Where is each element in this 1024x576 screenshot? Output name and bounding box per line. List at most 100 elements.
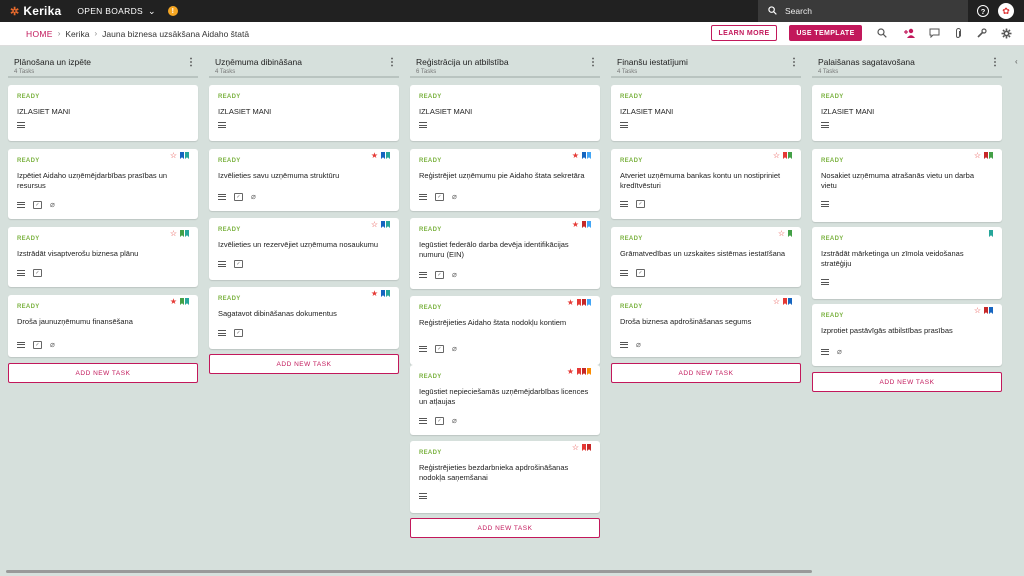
task-card[interactable]: READY IZLASIET MANI	[611, 85, 801, 141]
description-icon	[821, 279, 829, 285]
task-title[interactable]: Atveriet uzņēmuma bankas kontu un nostip…	[620, 171, 790, 191]
add-person-icon[interactable]	[903, 26, 917, 40]
star-filled-icon[interactable]: ★	[567, 368, 574, 376]
task-title[interactable]: Izvēlieties savu uzņēmuma struktūru	[218, 171, 388, 181]
horizontal-scrollbar[interactable]	[6, 570, 812, 573]
open-boards-menu[interactable]: OPEN BOARDS ⌄	[77, 6, 156, 17]
task-icons	[17, 122, 25, 128]
star-filled-icon[interactable]: ★	[371, 152, 378, 160]
chevron-right-icon: ›	[57, 29, 61, 38]
star-outline-icon[interactable]: ☆	[773, 298, 780, 306]
task-title[interactable]: Droša biznesa apdrošināšanas segums	[620, 317, 790, 327]
task-card[interactable]: READY Izstrādāt visaptverošu biznesa plān…	[8, 227, 198, 287]
task-card[interactable]: READY IZLASIET MANI	[410, 85, 600, 141]
star-filled-icon[interactable]: ★	[371, 290, 378, 298]
star-outline-icon[interactable]: ☆	[170, 152, 177, 160]
task-card[interactable]: READY Reģistrējieties Aidaho štata nodokļ…	[410, 296, 600, 365]
column-title[interactable]: Finanšu iestatījumi	[611, 52, 801, 67]
add-new-task-button[interactable]: ADD NEW TASK	[812, 372, 1002, 392]
task-card[interactable]: READY Iegūstiet nepieciešamās uzņēmējdarb…	[410, 365, 600, 435]
attachment-icon[interactable]	[951, 26, 965, 40]
add-new-task-button[interactable]: ADD NEW TASK	[8, 363, 198, 383]
chat-icon[interactable]	[927, 26, 941, 40]
star-filled-icon[interactable]: ★	[572, 221, 579, 229]
task-card[interactable]: READY Izstrādāt mārketinga un zīmola veid…	[812, 227, 1002, 299]
more-vert-icon[interactable]: ⋮	[789, 57, 799, 68]
task-title[interactable]: Grāmatvedības un uzskaites sistēmas iest…	[620, 249, 790, 259]
add-new-task-button[interactable]: ADD NEW TASK	[410, 518, 600, 538]
wrench-icon[interactable]	[975, 26, 989, 40]
task-card[interactable]: READY Reģistrējiet uzņēmumu pie Aidaho št…	[410, 149, 600, 211]
task-title[interactable]: Izstrādāt mārketinga un zīmola veidošana…	[821, 249, 991, 269]
star-outline-icon[interactable]: ☆	[778, 230, 785, 238]
task-title[interactable]: Reģistrējiet uzņēmumu pie Aidaho štata s…	[419, 171, 589, 181]
task-card[interactable]: READY IZLASIET MANI	[8, 85, 198, 141]
star-outline-icon[interactable]: ☆	[572, 444, 579, 452]
learn-more-button[interactable]: LEARN MORE	[711, 25, 777, 41]
task-title[interactable]: Nosakiet uzņēmuma atrašanās vietu un dar…	[821, 171, 991, 191]
star-outline-icon[interactable]: ☆	[773, 152, 780, 160]
task-title[interactable]: Sagatavot dibināšanas dokumentus	[218, 309, 388, 319]
task-card[interactable]: READY IZLASIET MANI	[812, 85, 1002, 141]
add-new-task-button[interactable]: ADD NEW TASK	[209, 354, 399, 374]
task-title[interactable]: Izprotiet pastāvīgās atbilstības prasība…	[821, 326, 991, 336]
task-title[interactable]: Reģistrējieties bezdarbnieka apdrošināša…	[419, 463, 589, 483]
add-new-task-button[interactable]: ADD NEW TASK	[611, 363, 801, 383]
task-title[interactable]: Izstrādāt visaptverošu biznesa plānu	[17, 249, 187, 259]
task-title[interactable]: Iegūstiet federālo darba devēja identifi…	[419, 240, 589, 260]
search-input[interactable]: Search	[758, 0, 968, 22]
star-outline-icon[interactable]: ☆	[170, 230, 177, 238]
column-title[interactable]: Plānošana un izpēte	[8, 52, 198, 67]
task-card[interactable]: READY Atveriet uzņēmuma bankas kontu un n…	[611, 149, 801, 219]
star-filled-icon[interactable]: ★	[572, 152, 579, 160]
more-vert-icon[interactable]: ⋮	[588, 57, 598, 68]
task-title[interactable]: IZLASIET MANI	[218, 107, 388, 117]
column-title[interactable]: Reģistrācija un atbilstība	[410, 52, 600, 67]
star-filled-icon[interactable]: ★	[567, 299, 574, 307]
search-icon[interactable]	[875, 26, 889, 40]
task-card[interactable]: READY Nosakiet uzņēmuma atrašanās vietu u…	[812, 149, 1002, 222]
task-card[interactable]: READY Droša biznesa apdrošināšanas segums…	[611, 295, 801, 357]
help-icon[interactable]: ?	[977, 5, 989, 17]
task-card[interactable]: READY Izvēlieties savu uzņēmuma struktūru…	[209, 149, 399, 211]
notification-badge-icon[interactable]: !	[167, 6, 178, 16]
task-card[interactable]: READY Izvēlieties un rezervējiet uzņēmuma…	[209, 218, 399, 280]
task-title[interactable]: IZLASIET MANI	[620, 107, 790, 117]
star-outline-icon[interactable]: ☆	[371, 221, 378, 229]
task-card[interactable]: READY Iegūstiet federālo darba devēja ide…	[410, 218, 600, 289]
kerika-logo[interactable]: ✲ Kerika	[10, 4, 61, 18]
green-tag-icon	[180, 230, 184, 237]
breadcrumb-home[interactable]: HOME	[26, 29, 53, 39]
task-title[interactable]: Izpētiet Aidaho uzņēmējdarbības prasības…	[17, 171, 187, 191]
task-title[interactable]: IZLASIET MANI	[821, 107, 991, 117]
column-title[interactable]: Uzņēmuma dibināšana	[209, 52, 399, 67]
star-outline-icon[interactable]: ☆	[974, 307, 981, 315]
task-title[interactable]: Droša jaunuzņēmumu finansēšana	[17, 317, 187, 327]
task-card[interactable]: READY Sagatavot dibināšanas dokumentus ★ ✓	[209, 287, 399, 349]
avatar[interactable]: ✿	[998, 3, 1014, 19]
task-title[interactable]: Reģistrējieties Aidaho štata nodokļu kon…	[419, 318, 589, 328]
task-card[interactable]: READY Reģistrējieties bezdarbnieka apdroš…	[410, 441, 600, 513]
breadcrumb-account[interactable]: Kerika	[65, 29, 89, 39]
task-card[interactable]: READY Droša jaunuzņēmumu finansēšana ★ ✓ ⌀	[8, 295, 198, 357]
description-icon	[620, 341, 628, 348]
settings-gear-icon[interactable]	[999, 26, 1013, 40]
star-outline-icon[interactable]: ☆	[974, 152, 981, 160]
task-card[interactable]: READY Grāmatvedības un uzskaites sistēmas…	[611, 227, 801, 287]
more-vert-icon[interactable]: ⋮	[990, 57, 1000, 68]
more-vert-icon[interactable]: ⋮	[387, 57, 397, 68]
task-card[interactable]: READY Izpētiet Aidaho uzņēmējdarbības pra…	[8, 149, 198, 219]
column-title[interactable]: Palaišanas sagatavošana	[812, 52, 1002, 67]
task-card[interactable]: READY Izprotiet pastāvīgās atbilstības pr…	[812, 304, 1002, 366]
task-card[interactable]: READY IZLASIET MANI	[209, 85, 399, 141]
green-tag-icon	[180, 298, 184, 305]
task-title[interactable]: IZLASIET MANI	[17, 107, 187, 117]
star-filled-icon[interactable]: ★	[170, 298, 177, 306]
task-title[interactable]: Iegūstiet nepieciešamās uzņēmējdarbības …	[419, 387, 589, 407]
description-icon	[620, 270, 628, 276]
use-template-button[interactable]: USE TEMPLATE	[789, 25, 862, 41]
task-title[interactable]: Izvēlieties un rezervējiet uzņēmuma nosa…	[218, 240, 388, 250]
task-title[interactable]: IZLASIET MANI	[419, 107, 589, 117]
task-tags: ☆	[572, 444, 591, 452]
more-vert-icon[interactable]: ⋮	[186, 57, 196, 68]
